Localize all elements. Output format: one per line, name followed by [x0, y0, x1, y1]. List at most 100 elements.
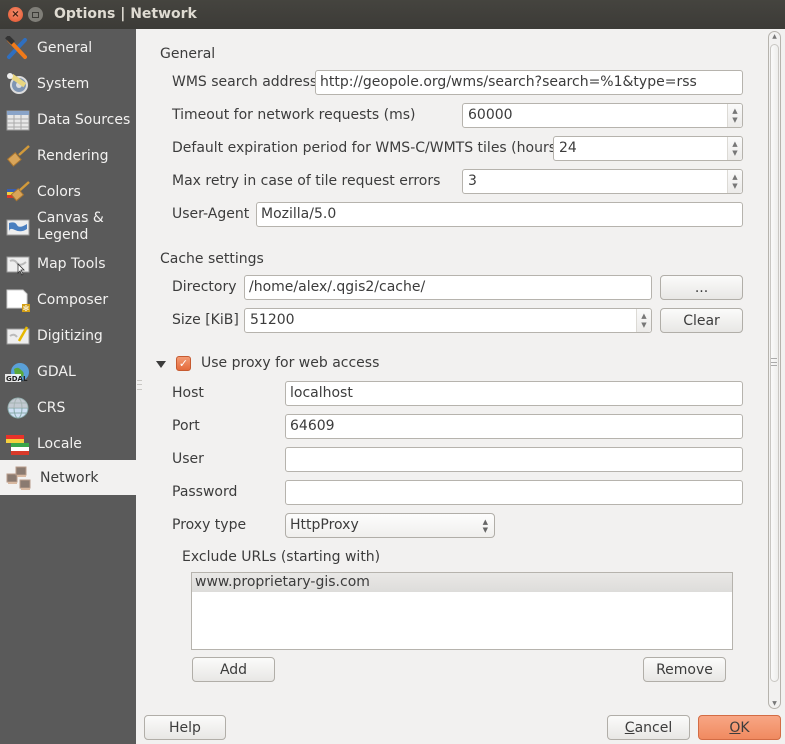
user-agent-input[interactable]: Mozilla/5.0 — [256, 202, 743, 227]
spin-down-icon[interactable]: ▼ — [732, 182, 737, 191]
list-item[interactable]: www.proprietary-gis.com — [192, 573, 732, 592]
vertical-scrollbar[interactable]: ▲ ▼ — [768, 31, 781, 709]
password-label: Password — [172, 484, 238, 500]
sidebar-item-locale[interactable]: Locale — [0, 429, 136, 459]
timeout-value: 60000 — [468, 107, 513, 123]
scroll-down-icon[interactable]: ▼ — [769, 700, 780, 707]
cache-size-spinbox[interactable]: 51200 ▲ ▼ — [244, 308, 652, 333]
port-label: Port — [172, 418, 200, 434]
expiration-spinbox[interactable]: 24 ▲ ▼ — [553, 136, 743, 161]
maximize-icon — [32, 11, 39, 18]
proxy-host-input[interactable]: localhost — [285, 381, 743, 406]
proxy-type-value: HttpProxy — [290, 517, 359, 533]
cache-directory-input[interactable]: /home/alex/.qgis2/cache/ — [244, 275, 652, 300]
help-button[interactable]: Help — [144, 715, 226, 740]
proxy-user-input[interactable] — [285, 447, 743, 472]
checkmark-icon: ✓ — [178, 357, 189, 370]
maximize-window-button[interactable] — [28, 7, 43, 22]
cache-size-value: 51200 — [250, 312, 295, 328]
proxy-password-input[interactable] — [285, 480, 743, 505]
sidebar-item-crs[interactable]: CRS — [0, 393, 136, 423]
sidebar-item-system[interactable]: System — [0, 69, 136, 99]
sidebar-item-rendering[interactable]: Rendering — [0, 141, 136, 171]
timeout-label: Timeout for network requests (ms) — [172, 107, 416, 123]
general-section-title: General — [160, 46, 216, 62]
sidebar-item-label: Composer — [37, 292, 109, 308]
proxy-type-dropdown[interactable]: HttpProxy ▲ ▼ — [285, 513, 495, 538]
collapse-triangle-icon[interactable] — [156, 361, 166, 368]
color-brush-icon — [5, 180, 31, 204]
browse-directory-button[interactable]: ... — [660, 275, 743, 300]
sidebar-item-network[interactable]: Network — [0, 460, 136, 495]
composer-icon: ✻ — [5, 288, 31, 312]
flags-icon — [5, 432, 31, 456]
spin-arrows[interactable]: ▲ ▼ — [727, 170, 742, 193]
network-computers-icon — [6, 466, 32, 490]
ok-label-rest: K — [740, 719, 750, 736]
spin-arrows[interactable]: ▲ ▼ — [727, 104, 742, 127]
hammer-screwdriver-icon — [5, 36, 31, 60]
title-bar: × Options | Network — [0, 0, 785, 29]
sidebar-item-label: Network — [40, 469, 99, 486]
expiration-label: Default expiration period for WMS-C/WMTS… — [172, 140, 562, 156]
wms-search-input[interactable]: http://geopole.org/wms/search?search=%1&… — [315, 70, 743, 95]
scroll-up-icon[interactable]: ▲ — [769, 33, 780, 40]
spin-up-icon[interactable]: ▲ — [641, 312, 646, 321]
cancel-label-rest: ancel — [634, 719, 673, 736]
spin-down-icon[interactable]: ▼ — [732, 149, 737, 158]
spin-arrows[interactable]: ▲ ▼ — [636, 309, 651, 332]
map-tools-icon — [5, 252, 31, 276]
dropdown-arrows-icon: ▲ ▼ — [482, 518, 488, 534]
gear-wrench-icon — [5, 72, 31, 96]
splitter-handle[interactable] — [137, 380, 142, 390]
ok-mnemonic: O — [729, 719, 741, 736]
spin-arrows[interactable]: ▲ ▼ — [727, 137, 742, 160]
gdal-globe-icon: GDAL — [5, 360, 31, 384]
paintbrush-icon — [5, 144, 31, 168]
proxy-port-input[interactable]: 64609 — [285, 414, 743, 439]
user-label: User — [172, 451, 204, 467]
svg-text:GDAL: GDAL — [6, 375, 28, 383]
exclude-urls-list[interactable]: www.proprietary-gis.com — [191, 572, 733, 650]
sidebar-item-digitizing[interactable]: Digitizing — [0, 321, 136, 351]
sidebar-item-label: Colors — [37, 184, 81, 200]
cancel-button[interactable]: Cancel — [607, 715, 690, 740]
spin-up-icon[interactable]: ▲ — [732, 107, 737, 116]
sidebar-item-label: Data Sources — [37, 112, 131, 128]
proxy-type-label: Proxy type — [172, 517, 247, 533]
timeout-spinbox[interactable]: 60000 ▲ ▼ — [462, 103, 743, 128]
sidebar-item-colors[interactable]: Colors — [0, 177, 136, 207]
sidebar-item-label: CRS — [37, 400, 66, 416]
use-proxy-checkbox[interactable]: ✓ — [176, 356, 191, 371]
sidebar-item-label: Digitizing — [37, 328, 103, 344]
spin-up-icon[interactable]: ▲ — [732, 140, 737, 149]
clear-cache-button[interactable]: Clear — [660, 308, 743, 333]
sidebar-item-data-sources[interactable]: Data Sources — [0, 105, 136, 135]
cancel-mnemonic: C — [624, 719, 635, 736]
host-label: Host — [172, 385, 204, 401]
add-url-button[interactable]: Add — [192, 657, 275, 682]
directory-label: Directory — [172, 279, 237, 295]
close-icon: × — [11, 8, 20, 20]
digitizing-icon — [5, 324, 31, 348]
remove-url-button[interactable]: Remove — [643, 657, 726, 682]
sidebar-item-label: Rendering — [37, 148, 109, 164]
spin-down-icon[interactable]: ▼ — [732, 116, 737, 125]
sidebar-item-label: System — [37, 76, 90, 92]
close-window-button[interactable]: × — [8, 7, 23, 22]
table-icon — [5, 108, 31, 132]
spin-down-icon[interactable]: ▼ — [641, 321, 646, 330]
sidebar-item-label: Locale — [37, 436, 82, 452]
sidebar-item-map-tools[interactable]: Map Tools — [0, 249, 136, 279]
sidebar-item-label: GDAL — [37, 364, 76, 380]
max-retry-spinbox[interactable]: 3 ▲ ▼ — [462, 169, 743, 194]
sidebar-item-composer[interactable]: ✻ Composer — [0, 285, 136, 315]
exclude-urls-label: Exclude URLs (starting with) — [182, 549, 381, 565]
spin-up-icon[interactable]: ▲ — [732, 173, 737, 182]
sidebar-item-gdal[interactable]: GDAL GDAL — [0, 357, 136, 387]
ok-button[interactable]: OK — [698, 715, 781, 740]
sidebar-item-canvas-legend[interactable]: Canvas & Legend — [0, 209, 136, 245]
cache-section-title: Cache settings — [160, 251, 264, 267]
sidebar-item-general[interactable]: General — [0, 33, 136, 63]
window-title: Options | Network — [54, 6, 197, 22]
